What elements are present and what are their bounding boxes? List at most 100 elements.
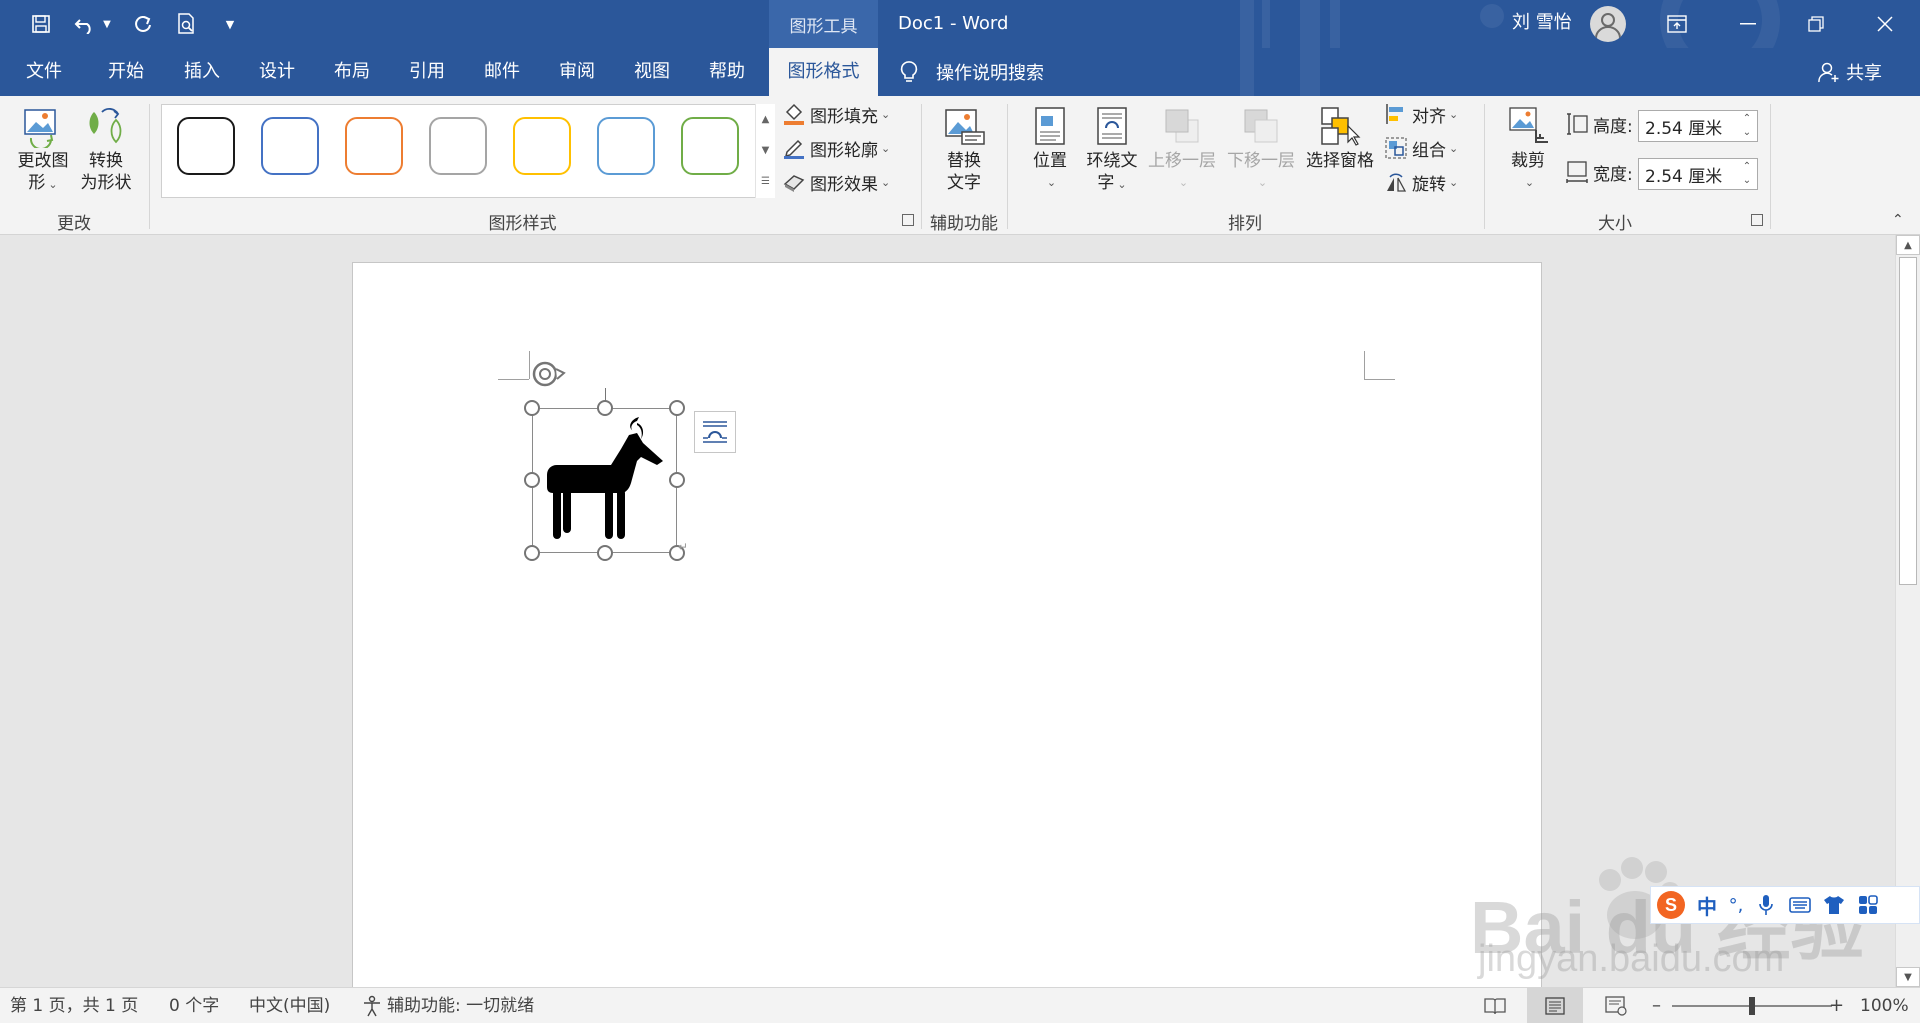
user-name[interactable]: 刘 雪怡 xyxy=(1512,0,1572,48)
convert-to-shape-icon xyxy=(84,104,128,148)
customize-icon[interactable]: ▼ xyxy=(220,8,240,40)
resize-handle-e[interactable] xyxy=(669,472,685,488)
print-preview-icon[interactable] xyxy=(172,8,202,40)
alt-text-label-1: 替换 xyxy=(947,151,981,171)
style-swatch-green[interactable] xyxy=(681,117,739,175)
selection-pane-button[interactable]: 选择窗格 xyxy=(1302,104,1378,172)
microphone-icon[interactable] xyxy=(1749,894,1783,916)
height-input[interactable]: 2.54 厘米 ⌃ ⌄ xyxy=(1638,110,1758,142)
wrap-text-button[interactable]: 环绕文 字 ⌄ xyxy=(1082,104,1142,196)
scroll-up-icon[interactable]: ▲ xyxy=(1896,235,1920,255)
gallery-up-icon[interactable]: ▲ xyxy=(756,104,775,135)
scroll-down-icon[interactable]: ▼ xyxy=(1896,967,1920,987)
layout-options-button[interactable] xyxy=(694,411,736,453)
close-icon[interactable] xyxy=(1857,0,1913,48)
spin-up-icon[interactable]: ⌃ xyxy=(1739,160,1755,174)
tab-references[interactable]: 引用 xyxy=(395,48,459,96)
word-count[interactable]: 0 个字 xyxy=(169,988,219,1023)
ribbon-display-options-icon[interactable] xyxy=(1649,0,1705,48)
resize-handle-sw[interactable] xyxy=(524,545,540,561)
share-button[interactable]: 共享 xyxy=(1818,48,1882,96)
undo-dropdown-icon[interactable]: ▼ xyxy=(100,8,114,40)
tab-mailings[interactable]: 邮件 xyxy=(470,48,534,96)
align-button[interactable]: 对齐 ⌄ xyxy=(1384,100,1458,128)
height-value: 2.54 厘米 xyxy=(1645,118,1723,139)
restore-icon[interactable] xyxy=(1788,0,1844,48)
send-backward-button[interactable]: 下移一层 ⌄ xyxy=(1224,104,1298,194)
language-indicator[interactable]: 中文(中国) xyxy=(249,988,330,1023)
zoom-in-icon[interactable]: + xyxy=(1829,988,1844,1023)
document-page[interactable]: ↵ xyxy=(352,262,1542,987)
punctuation-icon[interactable]: °, xyxy=(1723,895,1749,916)
tab-insert[interactable]: 插入 xyxy=(170,48,234,96)
crop-button[interactable]: 裁剪 ⌄ xyxy=(1496,104,1560,194)
sogou-logo-icon[interactable]: S xyxy=(1651,886,1691,924)
ime-mode-toggle[interactable]: 中 xyxy=(1691,891,1723,920)
resize-handle-nw[interactable] xyxy=(524,400,540,416)
tab-graphics-format[interactable]: 图形格式 xyxy=(769,48,878,96)
style-swatch-blue[interactable] xyxy=(261,117,319,175)
accessibility-status[interactable]: 辅助功能: 一切就绪 xyxy=(361,988,534,1023)
change-graphic-button[interactable]: 更改图 形 ⌄ xyxy=(8,104,78,196)
style-swatch-gold[interactable] xyxy=(513,117,571,175)
alt-text-button[interactable]: 替换 文字 xyxy=(930,104,998,194)
minimize-icon[interactable] xyxy=(1720,0,1776,48)
toolbox-grid-icon[interactable] xyxy=(1851,895,1885,915)
resize-handle-n[interactable] xyxy=(597,400,613,416)
zoom-slider[interactable] xyxy=(1672,997,1832,1015)
web-layout-icon[interactable] xyxy=(1605,988,1627,1023)
rotate-handle-icon[interactable] xyxy=(530,357,566,395)
style-swatch-light-blue[interactable] xyxy=(597,117,655,175)
position-button[interactable]: 位置 ⌄ xyxy=(1024,104,1076,194)
rotate-button[interactable]: 旋转 ⌄ xyxy=(1384,168,1458,196)
spin-down-icon[interactable]: ⌄ xyxy=(1739,174,1755,188)
redo-icon[interactable] xyxy=(128,8,158,40)
scrollbar-thumb[interactable] xyxy=(1899,257,1917,585)
gallery-more-icon[interactable]: ☰ xyxy=(756,166,775,197)
bring-forward-button[interactable]: 上移一层 ⌄ xyxy=(1145,104,1219,194)
tell-me-search[interactable]: 操作说明搜索 xyxy=(898,48,1044,96)
spin-up-icon[interactable]: ⌃ xyxy=(1739,112,1755,126)
width-input[interactable]: 2.54 厘米 ⌃ ⌄ xyxy=(1638,158,1758,190)
graphic-effects-button[interactable]: 图形效果 ⌄ xyxy=(782,168,890,196)
graphic-styles-gallery[interactable] xyxy=(161,104,775,198)
page-count[interactable]: 第 1 页，共 1 页 xyxy=(10,988,138,1023)
graphic-fill-button[interactable]: 图形填充 ⌄ xyxy=(782,100,890,128)
tab-layout[interactable]: 布局 xyxy=(320,48,384,96)
styles-dialog-launcher-icon[interactable] xyxy=(902,214,914,226)
save-icon[interactable] xyxy=(26,8,56,40)
style-swatch-black[interactable] xyxy=(177,117,235,175)
tab-review[interactable]: 审阅 xyxy=(545,48,609,96)
zoom-out-icon[interactable]: – xyxy=(1652,988,1661,1023)
gallery-down-icon[interactable]: ▼ xyxy=(756,135,775,166)
tab-file[interactable]: 文件 xyxy=(8,48,80,96)
tab-design[interactable]: 设计 xyxy=(245,48,309,96)
height-spinner[interactable]: ⌃ ⌄ xyxy=(1739,112,1755,140)
print-layout-icon[interactable] xyxy=(1527,988,1583,1023)
style-swatch-orange[interactable] xyxy=(345,117,403,175)
size-dialog-launcher-icon[interactable] xyxy=(1751,214,1763,226)
resize-handle-ne[interactable] xyxy=(669,400,685,416)
keyboard-icon[interactable] xyxy=(1783,897,1817,913)
undo-icon[interactable] xyxy=(70,8,100,40)
collapse-ribbon-icon[interactable]: ⌃ xyxy=(1892,212,1904,228)
spin-down-icon[interactable]: ⌄ xyxy=(1739,126,1755,140)
zoom-level[interactable]: 100% xyxy=(1860,988,1909,1023)
width-spinner[interactable]: ⌃ ⌄ xyxy=(1739,160,1755,188)
skin-shirt-icon[interactable] xyxy=(1817,895,1851,915)
selected-graphic[interactable] xyxy=(532,408,677,553)
resize-handle-w[interactable] xyxy=(524,472,540,488)
tab-view[interactable]: 视图 xyxy=(620,48,684,96)
style-swatch-gray[interactable] xyxy=(429,117,487,175)
group-button[interactable]: 组合 ⌄ xyxy=(1384,134,1458,162)
graphic-outline-button[interactable]: 图形轮廓 ⌄ xyxy=(782,134,890,162)
vertical-scrollbar[interactable]: ▲ ▼ xyxy=(1895,235,1920,987)
resize-handle-s[interactable] xyxy=(597,545,613,561)
change-graphic-label-1: 更改图 xyxy=(17,151,69,171)
convert-to-shape-button[interactable]: 转换 为形状 xyxy=(74,104,138,194)
zoom-slider-thumb[interactable] xyxy=(1749,997,1755,1015)
read-mode-icon[interactable] xyxy=(1484,988,1506,1023)
tab-home[interactable]: 开始 xyxy=(94,48,158,96)
avatar[interactable] xyxy=(1590,6,1626,42)
tab-help[interactable]: 帮助 xyxy=(695,48,759,96)
